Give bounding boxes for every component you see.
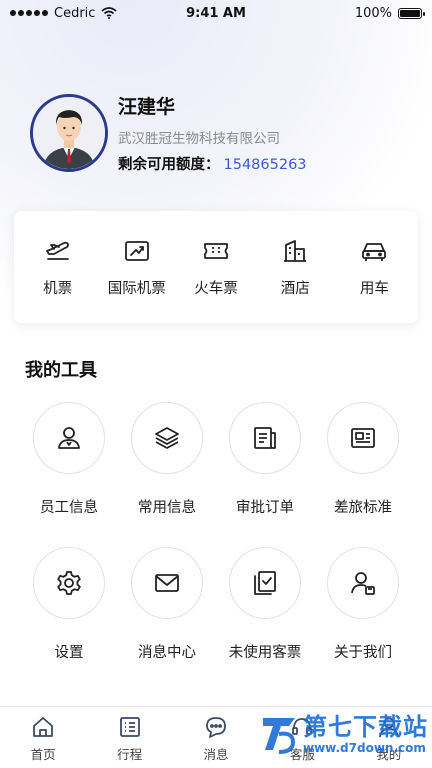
home-icon [33,717,54,737]
service-flight[interactable]: 机票 [18,237,97,298]
service-hotel[interactable]: 酒店 [256,237,335,298]
service-label: 火车票 [194,280,238,297]
train-ticket-icon [204,242,228,259]
credit-line: 剩余可用额度： 154865263 [118,153,307,174]
tools-grid: 员工信息 常用信息 审批订单 差旅标准 设置 消息中心 未使用客票 关于我们 [20,402,412,662]
status-time: 9:41 AM [186,5,246,21]
tool-label: 审批订单 [236,500,294,516]
tab-trips[interactable]: 行程 [95,715,165,763]
battery-icon [398,7,425,19]
list-icon [119,717,140,737]
watermark-url: www.d7down.com [303,741,426,755]
car-icon [362,242,387,261]
tool-circle[interactable] [33,547,105,619]
service-international-flight[interactable]: 国际机票 [97,237,176,298]
service-car[interactable]: 用车 [335,237,414,298]
tool-label: 设置 [54,645,84,661]
tool-circle[interactable] [327,547,399,619]
tool-unused-tickets[interactable]: 未使用客票 [216,547,314,662]
service-label: 酒店 [280,280,310,297]
gear-icon [57,571,81,595]
tools-section-title: 我的工具 [25,360,97,381]
user-icon [58,427,80,449]
tool-travel-standard[interactable]: 差旅标准 [314,402,412,517]
tool-circle[interactable] [131,402,203,474]
plane-icon [45,241,69,260]
tab-messages[interactable]: 消息 [181,715,251,763]
signal-icon [10,10,48,16]
tool-label: 关于我们 [334,645,392,661]
service-label: 国际机票 [107,280,166,297]
tab-label: 行程 [117,747,143,762]
ticket-check-icon [254,571,276,595]
tool-circle[interactable] [229,402,301,474]
tab-label: 消息 [203,747,229,762]
battery-percent: 100% [354,5,392,21]
tool-circle[interactable] [229,547,301,619]
tool-label: 常用信息 [138,500,196,516]
document-icon [254,427,276,449]
chat-icon [206,717,226,738]
tool-circle[interactable] [327,402,399,474]
tool-label: 消息中心 [138,645,196,661]
tool-approve-orders[interactable]: 审批订单 [216,402,314,517]
user-badge-icon [351,572,375,595]
wifi-icon [101,7,117,19]
service-train[interactable]: 火车票 [176,237,255,298]
credit-label: 剩余可用额度： [118,157,220,173]
avatar-person-icon [33,97,105,169]
tab-home[interactable]: 首页 [8,715,78,763]
service-label: 用车 [359,280,389,297]
tool-message-center[interactable]: 消息中心 [118,547,216,662]
service-label: 机票 [43,280,73,297]
tool-label: 差旅标准 [334,500,392,516]
credit-value: 154865263 [223,157,307,173]
tool-label: 员工信息 [40,500,98,516]
tab-label: 首页 [30,747,56,762]
watermark-logo-icon [263,718,296,754]
hotel-icon [284,239,307,262]
mail-icon [155,574,179,592]
tool-about-us[interactable]: 关于我们 [314,547,412,662]
tool-label: 未使用客票 [228,645,302,661]
tool-settings[interactable]: 设置 [20,547,118,662]
layers-icon [155,427,179,449]
international-flight-icon [124,240,149,261]
company-name: 武汉胜冠生物科技有限公司 [118,131,280,147]
site-watermark: 第七下载站 www.d7down.com [259,712,428,756]
status-bar: Cedric 9:41 AM 100% [0,0,432,26]
tool-circle[interactable] [33,402,105,474]
service-card: 机票 国际机票 火车票 酒店 用车 [14,211,418,323]
signal-carrier: Cedric [10,6,117,21]
tool-employee-info[interactable]: 员工信息 [20,402,118,517]
watermark-title: 第七下载站 [303,713,428,741]
carrier-name: Cedric [54,5,96,21]
profile-header[interactable]: 汪建华 武汉胜冠生物科技有限公司 剩余可用额度： 154865263 [30,92,307,174]
tool-circle[interactable] [131,547,203,619]
user-name: 汪建华 [118,96,176,118]
avatar[interactable] [30,94,108,172]
id-card-icon [351,428,375,448]
tool-common-info[interactable]: 常用信息 [118,402,216,517]
